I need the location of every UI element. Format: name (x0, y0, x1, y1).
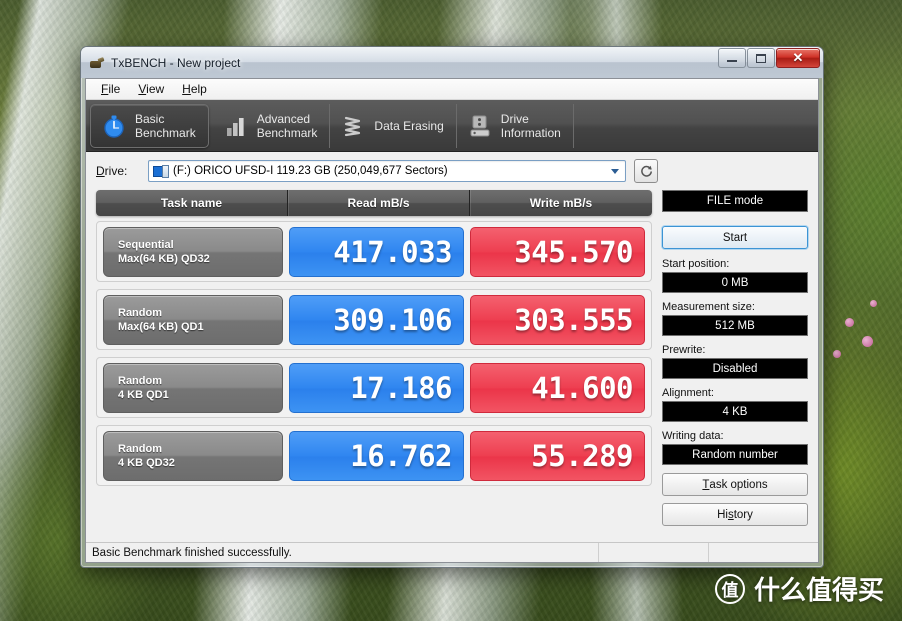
window-title: TxBENCH - New project (111, 55, 241, 70)
task-name-cell: Random Max(64 KB) QD1 (103, 294, 283, 345)
menu-item-view[interactable]: View (129, 80, 173, 98)
wallpaper-flower (862, 336, 873, 347)
column-header-read: Read mB/s (288, 190, 470, 216)
table-row[interactable]: Random Max(64 KB) QD1 309.106 303.555 (96, 289, 652, 350)
table-row[interactable]: Sequential Max(64 KB) QD32 417.033 345.5… (96, 221, 652, 282)
wallpaper-flower (845, 318, 854, 327)
table-row[interactable]: Random 4 KB QD1 17.186 41.600 (96, 357, 652, 418)
task-line-2: 4 KB QD32 (118, 456, 175, 469)
read-value: 417.033 (289, 226, 464, 277)
minimize-icon (727, 60, 737, 62)
task-options-button[interactable]: Task options (662, 473, 808, 496)
status-bar: Basic Benchmark finished successfully. (86, 542, 818, 562)
status-message: Basic Benchmark finished successfully. (92, 546, 292, 559)
status-cell-3 (708, 543, 818, 562)
maximize-button[interactable] (747, 48, 775, 68)
tab-strip: Basic Benchmark Advanced Benchmark Data … (86, 100, 818, 152)
tab-advanced-benchmark-label: Advanced Benchmark (256, 111, 318, 140)
measurement-size-label: Measurement size: (662, 301, 755, 313)
wallpaper-flower (833, 350, 841, 358)
start-position-value[interactable]: 0 MB (662, 272, 808, 293)
start-button[interactable]: Start (662, 226, 808, 249)
results-rows: Sequential Max(64 KB) QD32 417.033 345.5… (96, 221, 652, 486)
alignment-label: Alignment: (662, 387, 714, 399)
benchmark-results: Task name Read mB/s Write mB/s Sequentia… (96, 190, 652, 535)
menu-item-help[interactable]: Help (173, 80, 216, 98)
title-bar[interactable]: TxBENCH - New project ✕ (81, 47, 823, 78)
history-button[interactable]: Hi s tory (662, 503, 808, 526)
read-value: 309.106 (289, 294, 464, 345)
shredder-icon (345, 116, 361, 136)
menu-item-file[interactable]: FFileile (92, 80, 129, 98)
tab-drive-information-label: Drive Information (500, 111, 561, 140)
window-client-area: FFileile View Help Basic Benchmark (85, 78, 819, 563)
menu-bar: FFileile View Help (86, 79, 818, 100)
measurement-size-value[interactable]: 512 MB (662, 315, 808, 336)
task-line-1: Random (118, 374, 162, 387)
task-name-cell: Random 4 KB QD1 (103, 362, 283, 413)
tab-basic-benchmark-label: Basic Benchmark (135, 111, 196, 140)
stopwatch-icon (104, 115, 124, 138)
settings-panel: FILE mode Start Start position: 0 MB Mea… (662, 190, 808, 535)
write-value: 55.289 (470, 430, 645, 481)
task-name-cell: Sequential Max(64 KB) QD32 (103, 226, 283, 277)
task-line-1: Random (118, 306, 162, 319)
drive-select-value: (F:) ORICO UFSD-I 119.23 GB (250,049,677… (173, 165, 448, 177)
write-value: 41.600 (470, 362, 645, 413)
drive-select[interactable]: (F:) ORICO UFSD-I 119.23 GB (250,049,677… (148, 160, 626, 182)
drive-label: Drive: (96, 164, 128, 178)
wallpaper-flower (870, 300, 877, 307)
chevron-down-icon[interactable] (607, 162, 623, 180)
txbench-window: TxBENCH - New project ✕ FFileile View He… (80, 46, 824, 568)
watermark-badge: 值 (714, 573, 745, 604)
table-row[interactable]: Random 4 KB QD32 16.762 55.289 (96, 425, 652, 486)
refresh-icon (640, 165, 652, 177)
tab-data-erasing[interactable]: Data Erasing (330, 103, 457, 148)
writing-data-label: Writing data: (662, 430, 724, 442)
read-value: 17.186 (289, 362, 464, 413)
file-mode-indicator[interactable]: FILE mode (662, 190, 808, 212)
close-icon: ✕ (792, 50, 804, 65)
maximize-icon (756, 53, 766, 63)
refresh-drives-button[interactable] (634, 159, 658, 183)
tab-advanced-benchmark[interactable]: Advanced Benchmark (213, 103, 331, 148)
write-value: 345.570 (470, 226, 645, 277)
task-line-2: Max(64 KB) QD32 (118, 252, 210, 265)
task-name-cell: Random 4 KB QD32 (103, 430, 283, 481)
write-value: 303.555 (470, 294, 645, 345)
window-controls: ✕ (718, 48, 820, 68)
alignment-value[interactable]: 4 KB (662, 401, 808, 422)
tab-basic-benchmark[interactable]: Basic Benchmark (90, 103, 209, 148)
task-line-1: Random (118, 442, 162, 455)
tab-drive-information[interactable]: Drive Information (457, 103, 574, 148)
prewrite-value[interactable]: Disabled (662, 358, 808, 379)
drive-selector-row: Drive: (F:) ORICO UFSD-I 119.23 GB (250,… (86, 152, 818, 190)
results-header-row: Task name Read mB/s Write mB/s (96, 190, 652, 216)
plug-icon (89, 55, 105, 71)
status-cell-2 (598, 543, 708, 562)
prewrite-label: Prewrite: (662, 344, 706, 356)
start-position-label: Start position: (662, 258, 730, 270)
main-content: Task name Read mB/s Write mB/s Sequentia… (86, 190, 818, 535)
task-line-2: Max(64 KB) QD1 (118, 320, 204, 333)
drive-icon (153, 164, 169, 178)
writing-data-value[interactable]: Random number (662, 444, 808, 465)
column-header-write: Write mB/s (529, 196, 593, 210)
watermark: 值 什么值得买 (714, 570, 884, 607)
watermark-text: 什么值得买 (753, 576, 884, 606)
hard-drive-icon (470, 115, 490, 136)
task-line-1: Sequential (118, 238, 174, 251)
tab-data-erasing-label: Data Erasing (374, 118, 444, 133)
column-header-task-name: Task name (96, 190, 288, 216)
task-line-2: 4 KB QD1 (118, 388, 169, 401)
read-value: 16.762 (289, 430, 464, 481)
minimize-button[interactable] (718, 48, 746, 68)
bar-chart-icon (226, 117, 244, 136)
close-button[interactable]: ✕ (776, 48, 820, 68)
